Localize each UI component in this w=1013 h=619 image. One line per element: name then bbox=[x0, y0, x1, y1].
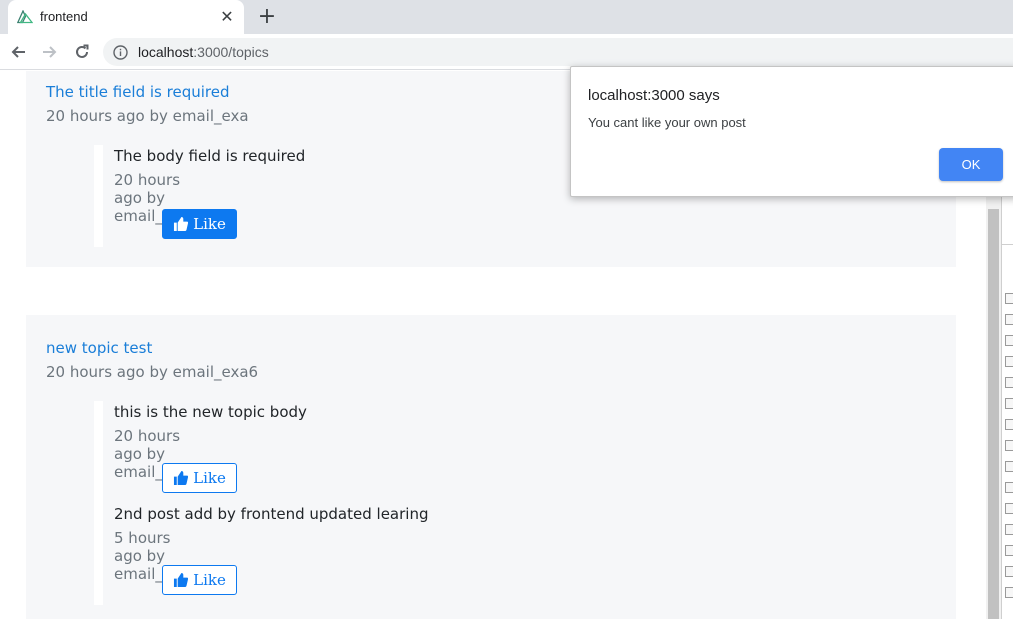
back-icon[interactable] bbox=[7, 41, 29, 63]
devtools-row bbox=[1005, 587, 1013, 598]
devtools-row bbox=[1005, 566, 1013, 577]
dialog-title: localhost:3000 says bbox=[588, 87, 720, 104]
devtools-row bbox=[1005, 461, 1013, 472]
devtools-row bbox=[1005, 524, 1013, 535]
tab-close-icon[interactable]: ✕ bbox=[219, 9, 235, 25]
devtools-row bbox=[1005, 398, 1013, 409]
post-body: 2nd post add by frontend updated learing bbox=[114, 505, 429, 523]
topic-title-link[interactable]: The title field is required bbox=[46, 83, 230, 101]
devtools-row bbox=[1005, 377, 1013, 388]
devtools-row bbox=[1005, 419, 1013, 430]
new-tab-icon[interactable]: + bbox=[257, 6, 277, 28]
thumbs-up-icon bbox=[174, 471, 189, 485]
forward-icon[interactable] bbox=[39, 41, 61, 63]
topic-card: new topic test 20 hours ago by email_exa… bbox=[26, 315, 956, 619]
post-body: this is the new topic body bbox=[114, 403, 307, 421]
devtools-toolbar bbox=[1002, 195, 1013, 245]
like-button[interactable]: Like bbox=[162, 463, 237, 493]
reload-icon[interactable] bbox=[71, 41, 93, 63]
topic-title-link[interactable]: new topic test bbox=[46, 339, 152, 357]
thumbs-up-icon bbox=[174, 217, 189, 231]
devtools-row bbox=[1005, 545, 1013, 556]
devtools-row bbox=[1005, 314, 1013, 325]
ok-button[interactable]: OK bbox=[939, 148, 1003, 181]
url-text[interactable]: localhost:3000/topics bbox=[138, 44, 269, 60]
devtools-row bbox=[1005, 482, 1013, 493]
devtools-row bbox=[1005, 440, 1013, 451]
info-icon[interactable] bbox=[113, 45, 128, 60]
browser-toolbar: localhost:3000/topics bbox=[0, 34, 1013, 70]
browser-tab[interactable]: frontend ✕ bbox=[8, 0, 244, 34]
devtools-row bbox=[1005, 335, 1013, 346]
thumbs-up-icon bbox=[174, 573, 189, 587]
like-button[interactable]: Like bbox=[162, 209, 237, 239]
alert-dialog: localhost:3000 says You cant like your o… bbox=[570, 66, 1013, 197]
topic-meta: 20 hours ago by email_exa bbox=[46, 107, 249, 125]
post-list: this is the new topic body 20 hours ago … bbox=[94, 401, 428, 605]
post-list: The body field is required 20 hours ago … bbox=[94, 145, 305, 247]
devtools-row bbox=[1005, 503, 1013, 514]
like-button[interactable]: Like bbox=[162, 565, 237, 595]
address-bar[interactable]: localhost:3000/topics bbox=[103, 38, 1013, 66]
scrollbar-thumb[interactable] bbox=[988, 209, 999, 619]
devtools-row bbox=[1005, 356, 1013, 367]
post-body: The body field is required bbox=[114, 147, 306, 165]
nuxt-logo-icon bbox=[17, 10, 33, 24]
dialog-message: You cant like your own post bbox=[588, 115, 746, 130]
tab-title: frontend bbox=[40, 9, 88, 24]
tab-strip: frontend ✕ + bbox=[0, 0, 1013, 34]
devtools-row bbox=[1005, 293, 1013, 304]
topic-meta: 20 hours ago by email_exa6 bbox=[46, 363, 259, 381]
